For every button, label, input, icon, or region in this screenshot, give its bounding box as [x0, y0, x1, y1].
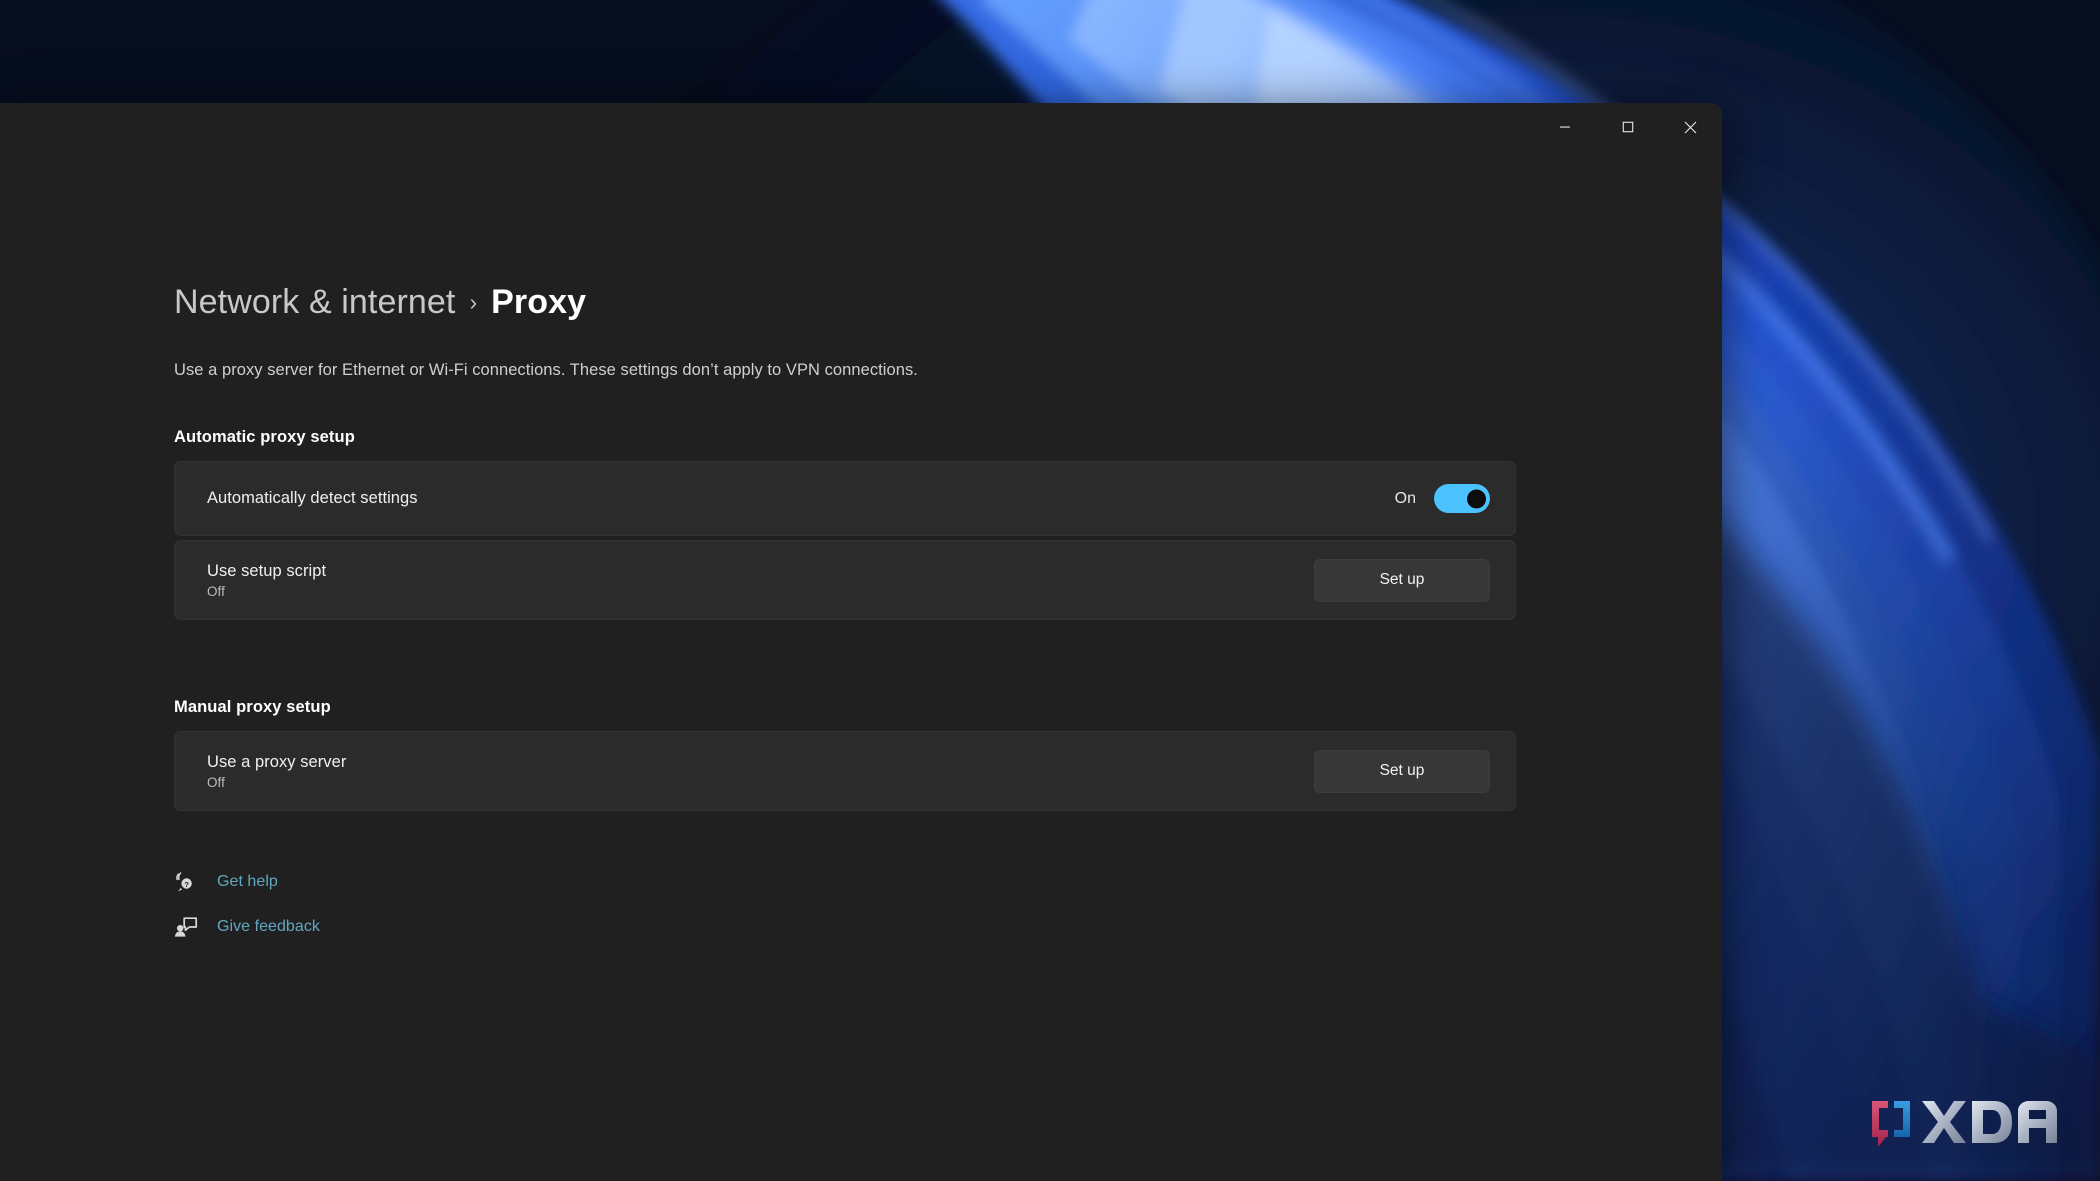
- row-title: Automatically detect settings: [207, 489, 418, 507]
- feedback-person-icon: [174, 915, 198, 939]
- row-use-a-proxy-server[interactable]: Use a proxy server Off Set up: [174, 731, 1516, 811]
- page-title: Proxy: [491, 283, 587, 321]
- help-question-icon: ?: [174, 870, 198, 894]
- get-help-link[interactable]: ? Get help: [174, 865, 320, 899]
- breadcrumb-parent-link[interactable]: Network & internet: [174, 283, 455, 322]
- page-description: Use a proxy server for Ethernet or Wi-Fi…: [174, 361, 918, 379]
- settings-window: Network & internet › Proxy Use a proxy s…: [0, 103, 1722, 1181]
- xda-wordmark: [1922, 1101, 2057, 1143]
- use-a-proxy-server-set-up-button[interactable]: Set up: [1314, 749, 1490, 793]
- row-automatically-detect-settings[interactable]: Automatically detect settings On: [174, 461, 1516, 536]
- row-title: Use a proxy server: [207, 752, 347, 771]
- breadcrumb-separator-icon: ›: [469, 289, 478, 315]
- give-feedback-label: Give feedback: [217, 918, 320, 935]
- get-help-label: Get help: [217, 873, 278, 890]
- row-use-setup-script[interactable]: Use setup script Off Set up: [174, 540, 1516, 620]
- section-heading-automatic: Automatic proxy setup: [174, 428, 355, 446]
- row-text-block: Automatically detect settings: [207, 489, 418, 508]
- card-group-manual: Use a proxy server Off Set up: [174, 731, 1516, 811]
- toggle-knob: [1467, 489, 1486, 508]
- card-group-automatic: Automatically detect settings On Use set…: [174, 461, 1516, 620]
- use-setup-script-set-up-button[interactable]: Set up: [1314, 558, 1490, 602]
- row-text-block: Use a proxy server Off: [207, 753, 346, 790]
- toggle-state-label: On: [1394, 489, 1416, 507]
- row-control-area: Set up: [1314, 749, 1490, 793]
- settings-content: Network & internet › Proxy Use a proxy s…: [174, 103, 1722, 1181]
- footer-links: ? Get help Give feedback: [174, 865, 320, 955]
- xda-watermark: [1872, 1101, 2057, 1147]
- breadcrumb: Network & internet › Proxy: [174, 283, 586, 322]
- row-text-block: Use setup script Off: [207, 562, 326, 599]
- row-subtitle: Off: [207, 583, 225, 599]
- row-control-area: On: [1395, 484, 1490, 513]
- row-subtitle: Off: [207, 774, 225, 790]
- xda-left-bracket-icon: [1872, 1101, 1888, 1147]
- automatically-detect-settings-toggle[interactable]: [1434, 484, 1490, 513]
- row-control-area: Set up: [1314, 558, 1490, 602]
- row-title: Use setup script: [207, 561, 327, 580]
- xda-right-bracket-icon: [1894, 1101, 1910, 1137]
- svg-text:?: ?: [184, 880, 189, 889]
- section-heading-manual: Manual proxy setup: [174, 698, 331, 716]
- give-feedback-link[interactable]: Give feedback: [174, 910, 320, 944]
